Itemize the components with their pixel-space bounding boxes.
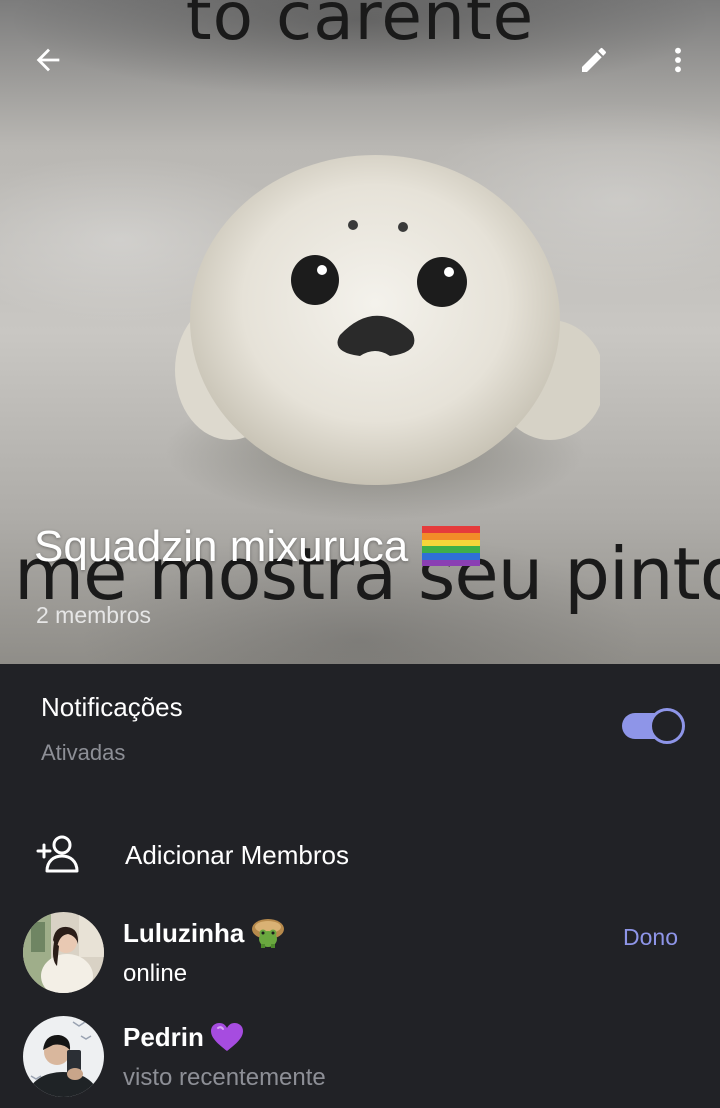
group-title: Squadzin mixuruca — [34, 522, 481, 572]
seal-pup-image — [165, 155, 600, 520]
arrow-left-icon — [36, 48, 60, 72]
member-status: visto recentemente — [123, 1064, 326, 1091]
more-options-button[interactable] — [652, 34, 704, 86]
member-name: Pedrin — [123, 1022, 244, 1053]
member-list-item[interactable]: Luluzinha online Dono — [0, 904, 720, 1004]
avatar-photo — [23, 912, 104, 993]
member-name: Luluzinha — [123, 918, 286, 949]
rainbow-flag-icon — [422, 526, 481, 567]
add-members-button[interactable]: Adicionar Membros — [0, 818, 720, 892]
add-user-icon — [36, 835, 79, 873]
back-button[interactable] — [22, 34, 74, 86]
member-name-text: Pedrin — [123, 1022, 204, 1052]
member-status: online — [123, 960, 188, 987]
purple-heart-icon — [210, 1023, 243, 1052]
notifications-title: Notificações — [41, 692, 183, 722]
avatar — [23, 912, 104, 993]
member-list-item[interactable]: Pedrin visto recentemente — [0, 1008, 720, 1108]
pencil-icon — [582, 47, 606, 72]
edit-button[interactable] — [568, 34, 620, 86]
owner-badge: Dono — [623, 924, 678, 950]
toggle-knob — [649, 708, 685, 744]
group-header-photo[interactable]: to carente me mostra seu pinto? Squadzin… — [0, 0, 720, 664]
member-count: 2 membros — [36, 602, 152, 628]
more-vertical-icon — [675, 47, 681, 73]
notifications-toggle[interactable] — [622, 708, 685, 744]
avatar-photo — [23, 1016, 104, 1097]
notifications-row[interactable]: Notificações Ativadas — [0, 664, 720, 794]
member-name-text: Luluzinha — [123, 918, 245, 948]
group-title-text: Squadzin mixuruca — [34, 522, 409, 571]
green-frog-cup-icon — [252, 919, 285, 949]
notifications-status: Ativadas — [41, 740, 126, 765]
avatar — [23, 1016, 104, 1097]
add-members-label: Adicionar Membros — [125, 840, 349, 870]
